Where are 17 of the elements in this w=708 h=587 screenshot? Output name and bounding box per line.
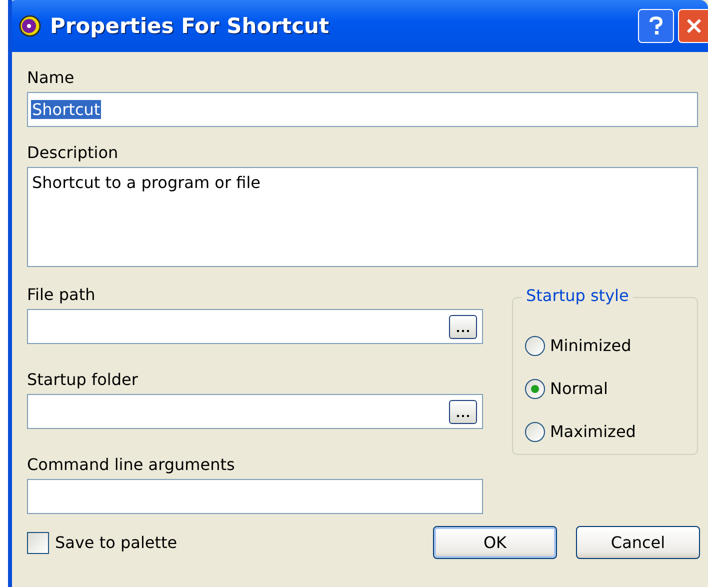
field-label: Description <box>27 142 120 164</box>
radio-label[interactable]: Normal <box>550 379 608 398</box>
cancel-button[interactable]: Cancel <box>576 526 700 559</box>
field-value: Shortcut <box>31 100 102 119</box>
name-field[interactable]: Shortcut <box>27 92 698 127</box>
checkbox-label[interactable]: Save to palette <box>55 533 178 552</box>
field-value: Shortcut to a program or file <box>31 173 262 192</box>
radio-label[interactable]: Minimized <box>550 336 632 355</box>
field-label: File path <box>27 284 96 306</box>
description-field[interactable]: Shortcut to a program or file <box>27 167 698 267</box>
field-label: Command line arguments <box>27 454 236 476</box>
group-title: Startup style <box>522 286 633 305</box>
field-label: Name <box>27 67 76 89</box>
radio-label[interactable]: Maximized <box>550 422 636 441</box>
field-label: Startup folder <box>27 369 139 391</box>
ok-button[interactable]: OK <box>433 526 557 559</box>
window-title: Properties For Shortcut <box>50 14 330 38</box>
